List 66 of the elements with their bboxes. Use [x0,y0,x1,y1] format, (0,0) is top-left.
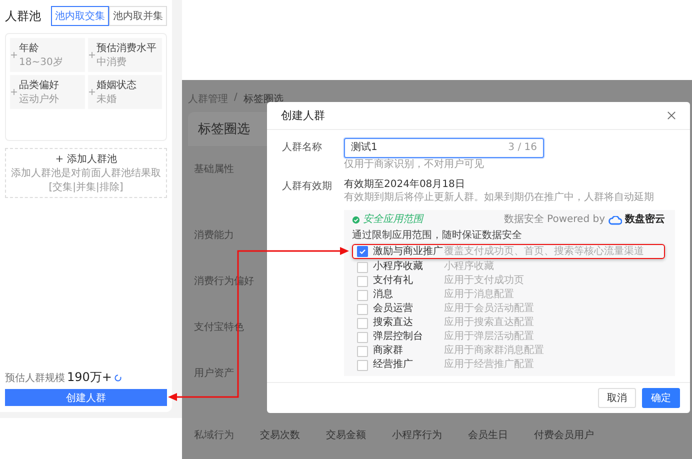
highlighted-option[interactable]: 激励与商业推广覆盖支付成功页、首页、搜索等核心流量渠道 [352,244,665,259]
add-pool-button[interactable]: + 添加人群池 添加人群池是对前面人群池结果取 [交集|并集|排除] [5,148,167,198]
option-name: 会员运营 [373,303,414,315]
category-label: 私域行为 [194,428,234,443]
condition-name: 婚姻状态 [96,78,136,92]
estimate-value: 190万+ [67,369,112,386]
category-option[interactable]: 交易次数 [260,428,300,459]
create-button[interactable]: 创建人群 [5,389,167,406]
option-description: 应用于会员活动配置 [444,303,534,315]
category-option[interactable]: 小程序行为 [392,428,442,459]
field-hint: 仅用于商家识别，不对用户可见 [344,159,485,171]
condition-value: 中消费 [96,56,128,69]
scope-option[interactable]: 会员运营 应用于会员活动配置 [352,302,665,316]
name-input-field[interactable]: 测试1 3 / 16 [344,138,544,158]
scope-intro: 通过限制应用范围，随时保证数据安全 [352,230,523,242]
option-name: 商家群 [373,345,404,357]
category-label: 用户资产 [194,366,234,381]
category-label: 基础属性 [194,162,234,177]
condition-card[interactable]: 品类偏好 运动户外 [10,75,84,109]
panel-title: 人群池 [5,8,41,24]
condition-name: 年龄 [19,42,40,55]
option-name: 弹层控制台 [373,331,424,343]
scope-option[interactable]: 消息 应用于消息配置 [352,288,665,302]
tab[interactable]: 池内取交集 [51,6,109,26]
field-hint: 有效期到期后将停止更新人群。如果到期仍在推广中，人群将自动延期 [344,192,654,204]
option-description: 应用于商家群消息配置 [444,345,544,357]
option-description: 应用于弹层活动配置 [444,331,534,343]
option-name: 小程序收藏 [373,261,424,273]
validity-value: 有效期至2024年08月18日 [344,178,466,191]
scope-option[interactable]: 弹层控制台 应用于弹层活动配置 [352,330,665,344]
condition-value: 运动户外 [19,92,59,106]
option-name: 支付有礼 [373,275,414,287]
confirm-button[interactable]: 确定 [642,388,680,408]
option-description: 应用于支付成功页 [444,275,524,287]
scope-option[interactable]: 商家群 应用于商家群消息配置 [352,344,665,358]
option-name: 经营推广 [373,359,414,371]
option-name: 消息 [373,289,394,301]
estimate-label: 预估人群规模 [5,372,65,384]
category-label: 消费能力 [194,228,234,243]
option-description: 应用于消息配置 [444,289,514,301]
cancel-button[interactable]: 取消 [598,388,636,408]
scope-option[interactable]: 搜索直达 应用于搜索直达配置 [352,316,665,330]
condition-name: 预估消费水平 [96,42,156,55]
scope-title: 安全应用范围 [363,214,423,226]
condition-value: 18~30岁 [19,56,63,69]
option-description: 小程序收藏 [444,261,494,273]
category-option[interactable]: 交易金额 [326,428,366,459]
condition-name: 品类偏好 [19,78,59,92]
scope-option[interactable]: 经营推广 应用于经营推广配置 [352,358,665,372]
option-description: 应用于搜索直达配置 [444,317,534,329]
option-description: 应用于经营推广配置 [444,359,534,371]
condition-card[interactable]: 婚姻状态 未婚 [88,75,162,109]
condition-card[interactable]: 年龄 18~30岁 [10,38,84,72]
scope-option[interactable]: 小程序收藏 小程序收藏 [352,260,665,274]
condition-card[interactable]: 预估消费水平 中消费 [88,38,162,72]
powered-by-text: 数据安全 Powered by [504,214,605,226]
scope-option[interactable]: 支付有礼 应用于支付成功页 [352,274,665,288]
field-label: 人群有效期 [282,180,333,194]
brand-name: 数盘密云 [625,214,665,226]
breadcrumb-separator: / [234,92,238,105]
option-name: 搜索直达 [373,317,414,329]
category-option[interactable]: 会员生日 [468,428,508,459]
tab[interactable]: 池内取并集 [109,6,167,26]
condition-value: 未婚 [96,92,118,106]
category-option[interactable]: 付费会员用户 [534,428,594,459]
option-description: 覆盖支付成功页、首页、搜索等核心流量渠道 [444,246,644,258]
